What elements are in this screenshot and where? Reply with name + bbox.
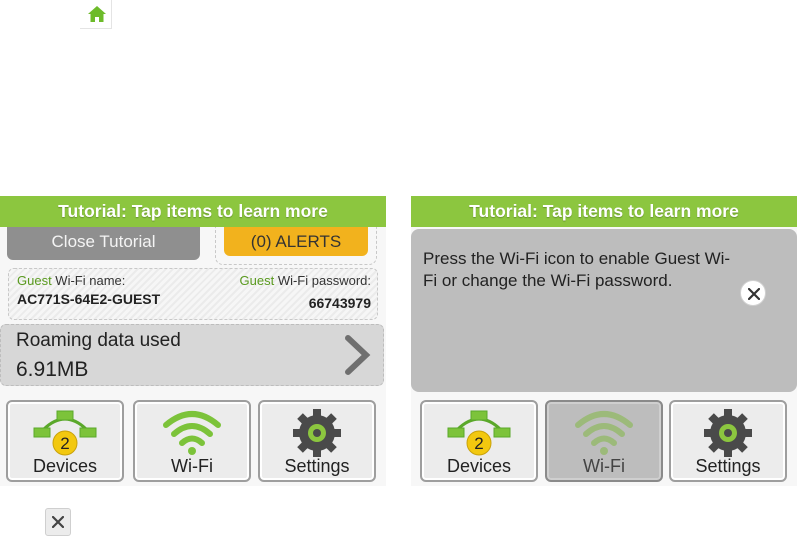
guest-wifi-info[interactable]: Guest Wi-Fi name: Guest Wi-Fi password: …	[8, 268, 378, 320]
tutorial-banner: Tutorial: Tap items to learn more	[411, 196, 797, 227]
home-icon	[88, 6, 106, 22]
nav-tiles: 2 Devices Wi-Fi Settings	[6, 400, 378, 484]
close-icon	[52, 516, 64, 528]
tutorial-panel-left: Tutorial: Tap items to learn more Close …	[0, 196, 386, 486]
settings-label: Settings	[284, 456, 350, 476]
guest-prefix: Guest	[239, 273, 275, 288]
devices-network-icon: 2	[447, 410, 511, 456]
wifi-password-text: Wi-Fi password:	[274, 273, 371, 288]
wifi-name-text: Wi-Fi name:	[51, 273, 126, 288]
settings-label: Settings	[695, 456, 761, 476]
tutorial-banner: Tutorial: Tap items to learn more	[0, 196, 386, 227]
devices-tile[interactable]: 2 Devices	[6, 400, 124, 482]
home-button[interactable]	[80, 0, 112, 29]
chevron-right-icon	[345, 335, 371, 375]
guest-wifi-password-value: 66743979	[308, 295, 371, 311]
roaming-data-value: 6.91MB	[16, 358, 89, 381]
guest-wifi-name-value: AC771S-64E2-GUEST	[17, 291, 161, 307]
roaming-data-label: Roaming data used	[16, 330, 181, 351]
tutorial-tip-text: Press the Wi-Fi icon to enable Guest Wi-…	[423, 249, 731, 290]
alerts-frame: (0) ALERTS	[215, 227, 377, 265]
wifi-tile[interactable]: Wi-Fi	[133, 400, 251, 482]
devices-label: Devices	[32, 456, 98, 476]
wifi-icon	[575, 411, 633, 455]
close-button[interactable]	[45, 508, 71, 536]
devices-network-icon: 2	[33, 410, 97, 456]
tip-close-button[interactable]	[740, 280, 766, 306]
roaming-data-card[interactable]: Roaming data used 6.91MB	[0, 324, 384, 386]
tutorial-panel-right: Tutorial: Tap items to learn more Press …	[411, 196, 797, 486]
gear-icon	[704, 409, 752, 457]
nav-tiles: 2 Devices Wi-Fi Settings	[417, 400, 789, 484]
guest-prefix: Guest	[17, 273, 52, 288]
guest-wifi-name-label: Guest Wi-Fi name:	[17, 273, 125, 288]
close-icon	[748, 288, 760, 300]
wifi-tile[interactable]: Wi-Fi	[545, 400, 663, 482]
settings-tile[interactable]: Settings	[669, 400, 787, 482]
wifi-icon	[163, 411, 221, 455]
settings-tile[interactable]: Settings	[258, 400, 376, 482]
alerts-button[interactable]: (0) ALERTS	[224, 227, 368, 256]
gear-icon	[293, 409, 341, 457]
devices-label: Devices	[446, 456, 512, 476]
close-tutorial-button[interactable]: Close Tutorial	[7, 227, 200, 260]
wifi-label: Wi-Fi	[583, 456, 625, 476]
devices-tile[interactable]: 2 Devices	[420, 400, 538, 482]
devices-count-badge: 2	[474, 434, 483, 453]
devices-count-badge: 2	[60, 434, 69, 453]
guest-wifi-password-label: Guest Wi-Fi password:	[240, 273, 371, 288]
wifi-label: Wi-Fi	[171, 456, 213, 476]
tutorial-tip-overlay: Press the Wi-Fi icon to enable Guest Wi-…	[411, 229, 797, 392]
